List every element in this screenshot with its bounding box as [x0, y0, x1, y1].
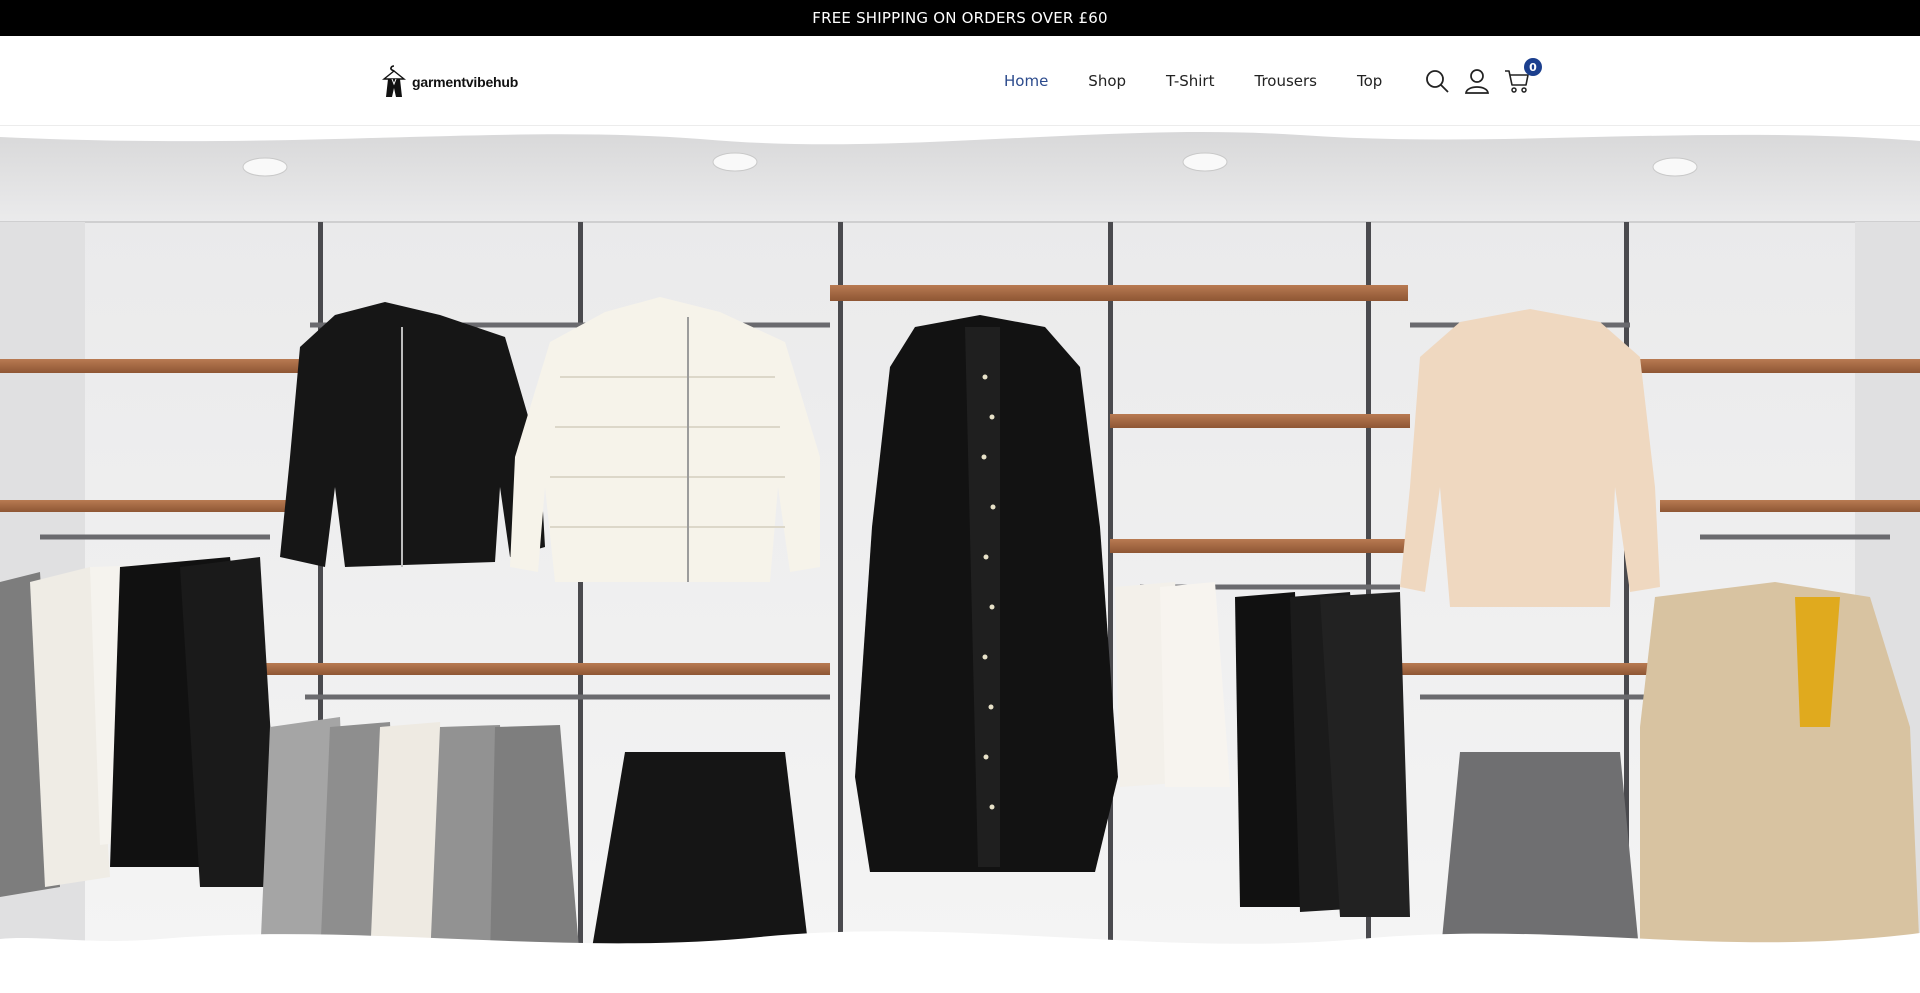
announcement-bar: FREE SHIPPING ON ORDERS OVER £60 — [0, 0, 1920, 36]
user-icon — [1465, 69, 1489, 94]
nav-top[interactable]: Top — [1357, 72, 1382, 90]
nav-shop[interactable]: Shop — [1088, 72, 1126, 90]
search-icon — [1426, 70, 1449, 93]
header-icons: 0 — [1424, 36, 1542, 126]
site-header: garmentvibehub Home Shop T-Shirt Trouser… — [0, 36, 1920, 126]
main-nav: Home Shop T-Shirt Trousers Top — [1004, 36, 1422, 126]
nav-trousers[interactable]: Trousers — [1254, 72, 1317, 90]
hero-image-clothing-rack — [0, 127, 1920, 960]
nav-t-shirt[interactable]: T-Shirt — [1166, 72, 1214, 90]
hero-banner — [0, 127, 1920, 960]
cart-count-badge: 0 — [1524, 58, 1542, 76]
hanger-logo-icon — [382, 65, 406, 97]
nav-home[interactable]: Home — [1004, 72, 1048, 90]
brand-logo[interactable]: garmentvibehub — [380, 64, 518, 100]
account-button[interactable] — [1464, 68, 1490, 94]
brand-name: garmentvibehub — [412, 74, 519, 90]
search-button[interactable] — [1424, 68, 1450, 94]
cart-button[interactable]: 0 — [1504, 58, 1542, 94]
announcement-text: FREE SHIPPING ON ORDERS OVER £60 — [812, 9, 1108, 27]
